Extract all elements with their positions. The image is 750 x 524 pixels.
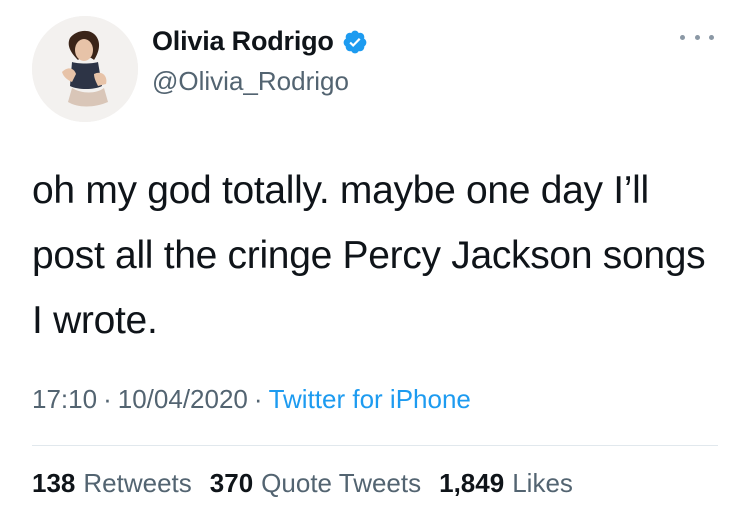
more-dot	[694, 34, 700, 40]
meta-separator: ·	[103, 384, 112, 414]
more-dot	[709, 34, 714, 40]
tweet-time[interactable]: 17:10	[32, 384, 97, 415]
tweet-date[interactable]: 10/04/2020	[118, 384, 248, 415]
verified-badge-icon	[342, 29, 368, 55]
likes-count: 1,849	[439, 468, 505, 498]
author-name[interactable]: Olivia Rodrigo	[152, 26, 334, 57]
likes-label: Likes	[512, 468, 573, 498]
more-options-icon[interactable]	[680, 30, 714, 44]
more-dot	[680, 34, 685, 40]
tweet-meta: 17:10 · 10/04/2020 · Twitter for iPhone	[32, 384, 471, 415]
divider	[32, 445, 718, 446]
avatar[interactable]	[32, 16, 138, 122]
quote-tweets-label: Quote Tweets	[261, 468, 422, 498]
likes-stat[interactable]: 1,849 Likes	[439, 468, 573, 499]
retweets-count: 138	[32, 468, 76, 498]
tweet-text: oh my god totally. maybe one day I’ll po…	[32, 169, 706, 342]
avatar-photo	[32, 16, 138, 122]
author-handle[interactable]: @Olivia_Rodrigo	[152, 66, 349, 97]
retweets-stat[interactable]: 138 Retweets	[32, 468, 192, 499]
quote-tweets-count: 370	[209, 468, 254, 498]
author-name-row[interactable]: Olivia Rodrigo	[152, 26, 368, 57]
quote-tweets-stat[interactable]: 370 Quote Tweets	[210, 468, 421, 499]
tweet-stats: 138 Retweets 370 Quote Tweets 1,849 Like…	[32, 468, 573, 499]
retweets-label: Retweets	[83, 468, 192, 498]
meta-separator: ·	[253, 384, 263, 414]
tweet-source[interactable]: Twitter for iPhone	[269, 384, 471, 415]
